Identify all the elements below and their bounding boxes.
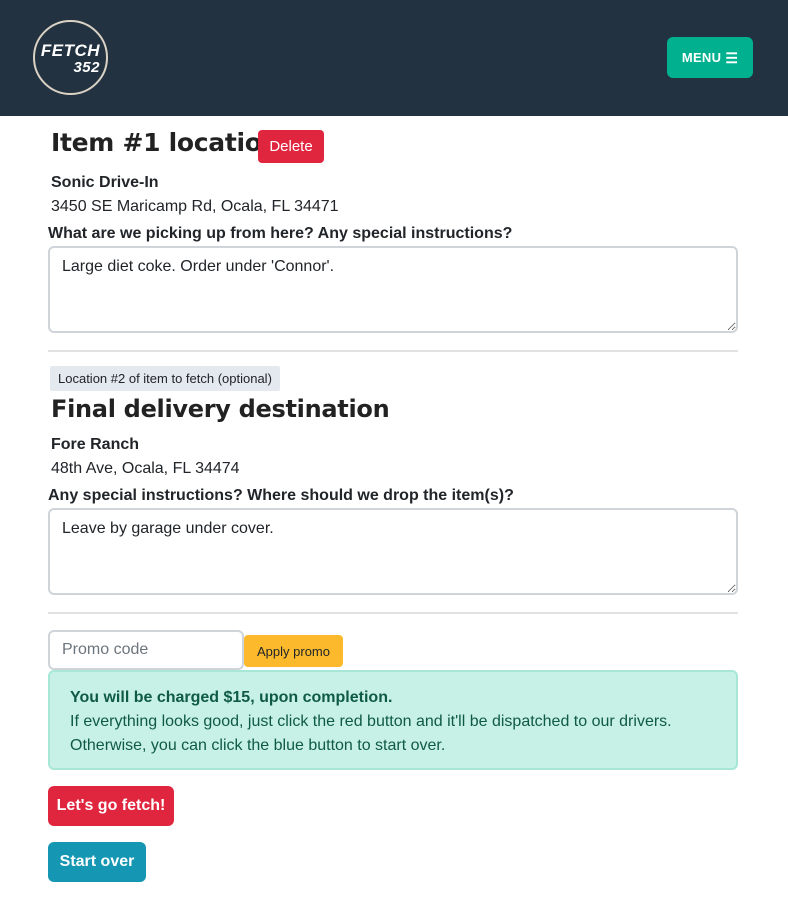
navbar: FETCH 352 MENU ☰ [0, 0, 788, 116]
alert-instruction-line: If everything looks good, just click the… [70, 713, 672, 730]
delete-location-button[interactable]: Delete [258, 130, 324, 163]
lets-go-fetch-button[interactable]: Let's go fetch! [48, 786, 174, 826]
apply-promo-button[interactable]: Apply promo [244, 635, 343, 667]
pickup-location-address: 3450 SE Maricamp Rd, Ocala, FL 34471 [51, 198, 339, 215]
destination-instructions-textarea[interactable] [48, 508, 738, 595]
promo-code-input[interactable] [48, 630, 244, 670]
destination-title: Final delivery destination [51, 395, 390, 423]
destination-location-name: Fore Ranch [51, 436, 140, 453]
logo-text-352: 352 [73, 59, 100, 76]
destination-location-address: 48th Ave, Ocala, FL 34474 [51, 460, 240, 477]
menu-button-label: MENU [681, 50, 722, 65]
pickup-instructions-textarea[interactable] [48, 246, 738, 333]
pickup-location-name: Sonic Drive-In [51, 174, 159, 191]
hamburger-icon: ☰ [725, 49, 739, 66]
pickup-location-title: Item #1 location [51, 128, 280, 157]
menu-button[interactable]: MENU ☰ [667, 37, 753, 78]
pickup-instructions-label: What are we picking up from here? Any sp… [48, 225, 513, 242]
section-divider [48, 350, 738, 352]
logo-text-fetch: FETCH [40, 41, 101, 60]
charge-amount-text: You will be charged $15, upon completion… [70, 689, 393, 706]
destination-instructions-label: Any special instructions? Where should w… [48, 487, 514, 504]
alert-instruction-line: Otherwise, you can click the blue button… [70, 737, 446, 754]
fetch-352-logo[interactable]: FETCH 352 [33, 20, 108, 95]
start-over-button[interactable]: Start over [48, 842, 146, 882]
section-divider [48, 612, 738, 614]
add-location-2-badge[interactable]: Location #2 of item to fetch (optional) [50, 366, 280, 391]
charge-info-alert: You will be charged $15, upon completion… [48, 670, 738, 770]
